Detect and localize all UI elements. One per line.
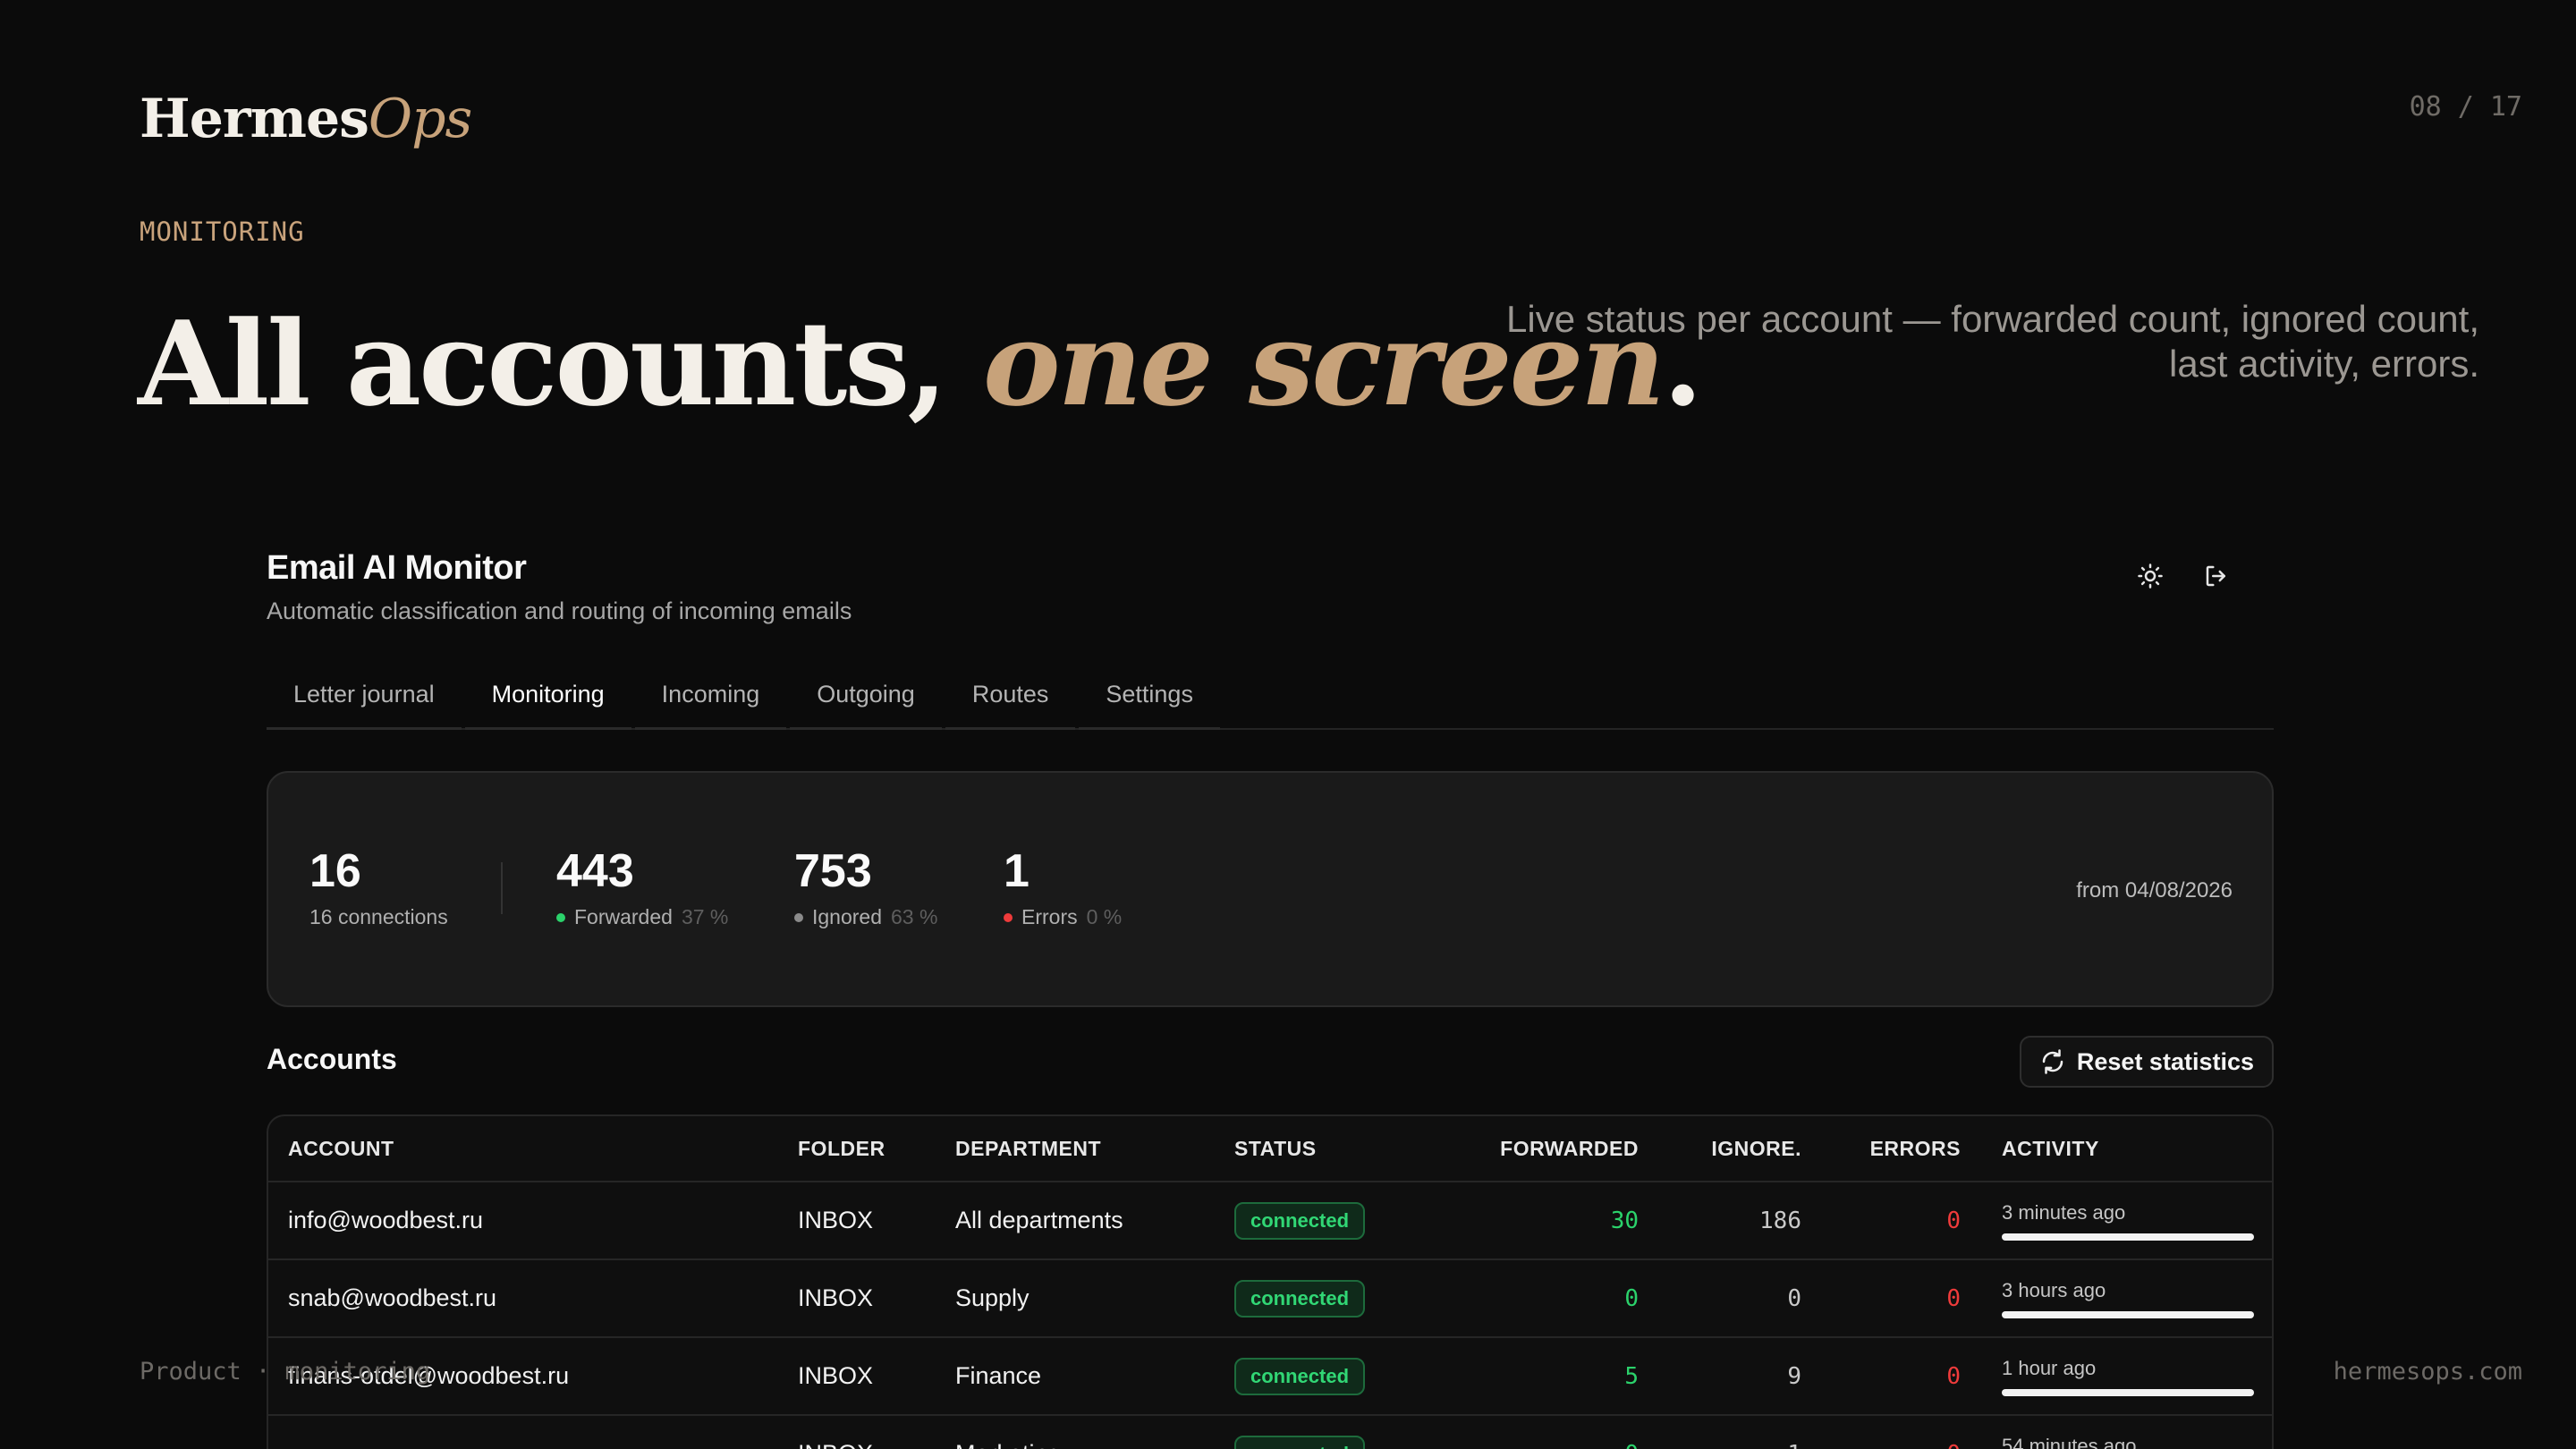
col-ignored[interactable]: IGNORE. <box>1711 1116 1801 1181</box>
activity-bar <box>2002 1310 2254 1318</box>
col-folder[interactable]: FOLDER <box>798 1116 886 1181</box>
stat-ignored-label: Ignored <box>812 905 883 928</box>
stat-errors-value: 1 <box>1004 845 1030 897</box>
brand-logo: HermesOps <box>140 88 472 150</box>
error-count: 0 <box>1946 1207 1961 1234</box>
activity-time: 54 minutes ago <box>2002 1434 2137 1449</box>
slide-headline: All accounts, one screen. <box>138 295 1703 432</box>
app-subtitle: Automatic classification and routing of … <box>267 597 852 624</box>
table-row[interactable]: INBOX Marketing connected 0 1 0 54 minut… <box>268 1414 2272 1449</box>
activity-time: 1 hour ago <box>2002 1356 2097 1379</box>
stat-ignored-value: 753 <box>794 845 872 897</box>
ignored-count: 9 <box>1787 1362 1801 1390</box>
brand-main: Hermes <box>140 88 369 150</box>
refresh-icon <box>2042 1049 2063 1074</box>
section-eyebrow: MONITORING <box>140 216 305 247</box>
stat-errors: 1 Errors 0 % <box>1004 844 1122 929</box>
stat-forwarded-pct: 37 % <box>681 905 729 928</box>
logout-button[interactable] <box>2195 555 2238 597</box>
col-status[interactable]: STATUS <box>1234 1116 1317 1181</box>
reset-statistics-label: Reset statistics <box>2076 1047 2254 1075</box>
tab-monitoring[interactable]: Monitoring <box>464 662 631 730</box>
stats-divider <box>501 862 503 914</box>
headline-main: All accounts, <box>138 295 983 432</box>
tab-bar: Letter journal Monitoring Incoming Outgo… <box>267 662 2274 730</box>
tab-routes[interactable]: Routes <box>945 662 1076 730</box>
tab-incoming[interactable]: Incoming <box>634 662 787 730</box>
stat-ignored-pct: 63 % <box>891 905 938 928</box>
stat-connections-label: 16 connections <box>309 905 448 928</box>
table-row[interactable]: snab@woodbest.ru INBOX Supply connected … <box>268 1258 2272 1336</box>
account-department: Supply <box>955 1284 1030 1311</box>
activity-time: 3 minutes ago <box>2002 1200 2126 1224</box>
forwarded-count: 0 <box>1624 1284 1639 1312</box>
col-activity[interactable]: ACTIVITY <box>2002 1116 2254 1181</box>
error-count: 0 <box>1946 1362 1961 1390</box>
account-email: snab@woodbest.ru <box>288 1284 497 1311</box>
footer-right: hermesops.com <box>2333 1358 2522 1385</box>
ignored-count: 1 <box>1787 1416 1801 1449</box>
tab-letter-journal[interactable]: Letter journal <box>267 662 462 730</box>
accounts-table: ACCOUNT FOLDER DEPARTMENT STATUS FORWARD… <box>267 1114 2274 1449</box>
app-title: Email AI Monitor <box>267 549 527 587</box>
table-header-row: ACCOUNT FOLDER DEPARTMENT STATUS FORWARD… <box>268 1116 2272 1181</box>
status-badge: connected <box>1234 1279 1366 1318</box>
stats-from-date: from 04/08/2026 <box>2076 878 2233 902</box>
col-errors[interactable]: ERRORS <box>1870 1116 1961 1181</box>
col-forwarded[interactable]: FORWARDED <box>1500 1116 1639 1181</box>
forwarded-count: 30 <box>1610 1207 1639 1234</box>
stat-connections-value: 16 <box>309 845 361 897</box>
stat-forwarded: 443 Forwarded 37 % <box>556 844 728 929</box>
account-department: Marketing <box>955 1416 1062 1449</box>
status-badge: connected <box>1234 1357 1366 1395</box>
activity-bar <box>2002 1233 2254 1241</box>
logout-icon <box>2206 565 2225 587</box>
stat-forwarded-label: Forwarded <box>574 905 673 928</box>
status-badge: connected <box>1234 1201 1366 1240</box>
table-row[interactable]: finans-otdel@woodbest.ru INBOX Finance c… <box>268 1336 2272 1414</box>
account-department: All departments <box>955 1207 1123 1233</box>
brand-accent: Ops <box>368 88 472 150</box>
accounts-heading: Accounts <box>267 1043 397 1075</box>
stat-ignored: 753 Ignored 63 % <box>794 844 937 929</box>
ignored-count: 186 <box>1759 1207 1801 1234</box>
ignored-count: 0 <box>1787 1284 1801 1312</box>
activity-bar <box>2002 1388 2254 1396</box>
theme-toggle-button[interactable] <box>2129 555 2172 597</box>
footer-left: Product · monitoring <box>140 1358 431 1385</box>
account-folder: INBOX <box>798 1284 874 1311</box>
slide-lede: Live status per account — forwarded coun… <box>1506 298 2479 385</box>
col-account[interactable]: ACCOUNT <box>288 1116 394 1181</box>
stat-errors-label: Errors <box>1021 905 1078 928</box>
errors-dot-icon <box>1004 912 1013 922</box>
forwarded-dot-icon <box>556 912 565 922</box>
col-department[interactable]: DEPARTMENT <box>955 1116 1101 1181</box>
error-count: 0 <box>1946 1416 1961 1449</box>
sun-icon <box>2138 564 2163 589</box>
slide-pager: 08 / 17 <box>2409 91 2522 123</box>
account-department: Finance <box>955 1362 1042 1389</box>
forwarded-count: 5 <box>1624 1362 1639 1390</box>
reset-statistics-button[interactable]: Reset statistics <box>2019 1036 2274 1088</box>
tab-settings[interactable]: Settings <box>1079 662 1220 730</box>
forwarded-count: 0 <box>1624 1416 1639 1449</box>
stat-connections: 16 16 connections <box>309 844 448 929</box>
account-folder: INBOX <box>798 1362 874 1389</box>
activity-time: 3 hours ago <box>2002 1278 2106 1301</box>
stat-forwarded-value: 443 <box>556 845 634 897</box>
error-count: 0 <box>1946 1284 1961 1312</box>
account-email: info@woodbest.ru <box>288 1207 484 1233</box>
status-badge: connected <box>1234 1435 1366 1449</box>
tab-outgoing[interactable]: Outgoing <box>790 662 942 730</box>
account-folder: INBOX <box>798 1207 874 1233</box>
table-row[interactable]: info@woodbest.ru INBOX All departments c… <box>268 1181 2272 1258</box>
account-folder: INBOX <box>798 1416 873 1449</box>
ignored-dot-icon <box>794 912 803 922</box>
app-panel: Email AI Monitor Automatic classificatio… <box>267 537 2274 1449</box>
stats-card: 16 16 connections 443 Forwarded 37 % 753 … <box>267 771 2274 1007</box>
stat-errors-pct: 0 % <box>1086 905 1123 928</box>
